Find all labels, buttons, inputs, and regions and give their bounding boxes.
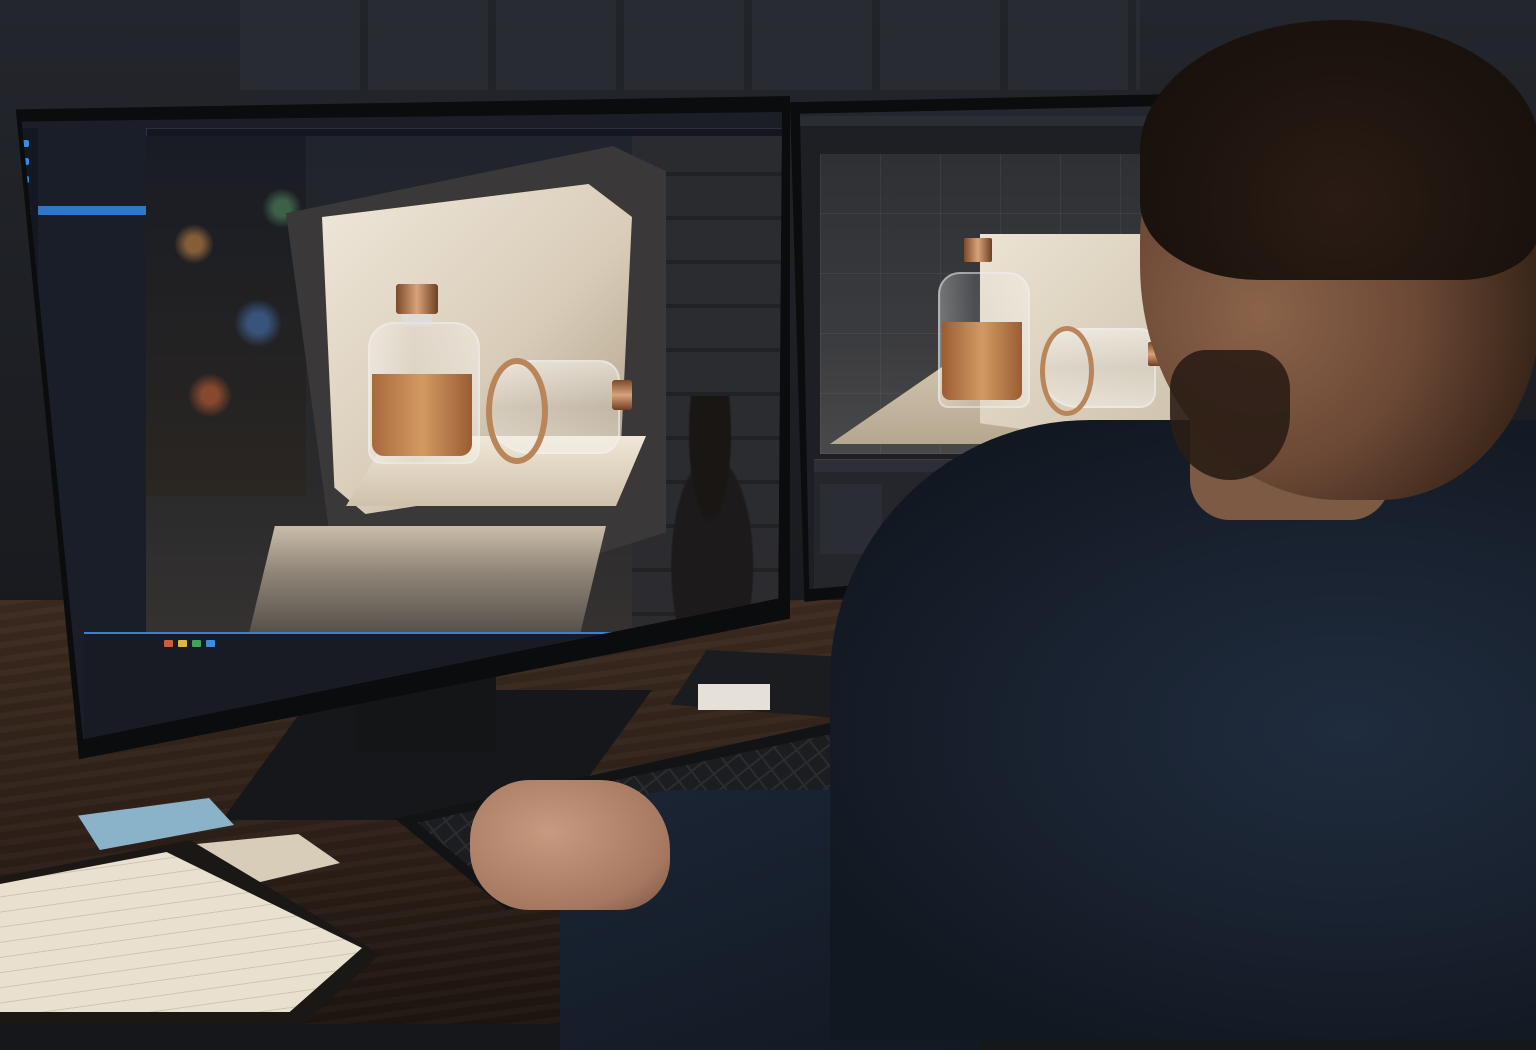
track-icon[interactable] bbox=[206, 640, 215, 647]
office-window bbox=[240, 0, 1140, 90]
photo-scene bbox=[0, 0, 1536, 1050]
track-icon[interactable] bbox=[178, 640, 187, 647]
desk-card bbox=[698, 684, 770, 710]
track-icon[interactable] bbox=[164, 640, 173, 647]
bottle-ring bbox=[486, 358, 548, 464]
bottle-liquid bbox=[372, 374, 472, 456]
display-plinth bbox=[246, 526, 606, 646]
person-beard bbox=[1170, 350, 1290, 480]
person-hair bbox=[1140, 20, 1536, 280]
scene-outliner bbox=[810, 130, 1010, 250]
track-icon[interactable] bbox=[192, 640, 201, 647]
bottle-liquid bbox=[942, 322, 1022, 400]
person-hand bbox=[470, 780, 670, 910]
person-body bbox=[830, 420, 1536, 1040]
lying-bottle-cap bbox=[612, 380, 632, 410]
bottle-cap bbox=[396, 284, 438, 314]
bottle-ring bbox=[1040, 326, 1094, 416]
bottle-neck bbox=[402, 312, 432, 326]
city-street-lights bbox=[146, 136, 306, 496]
